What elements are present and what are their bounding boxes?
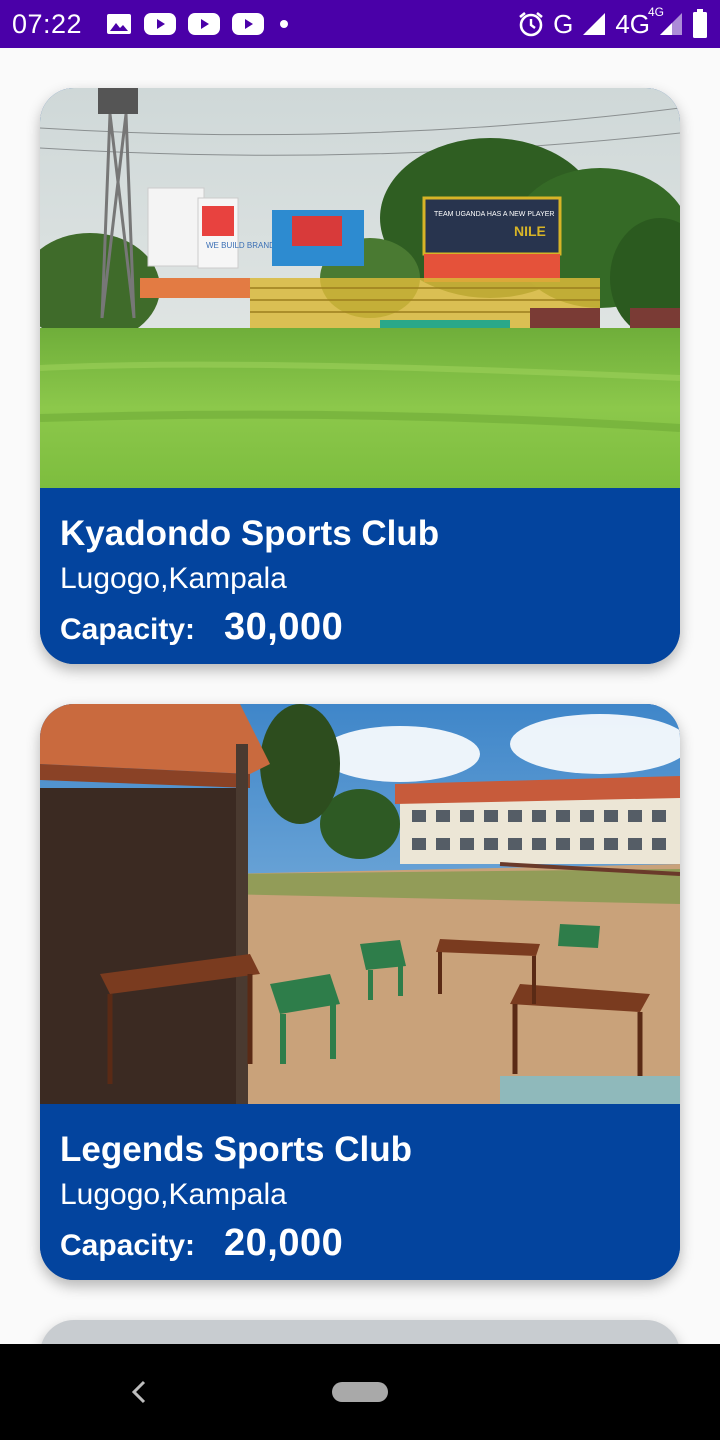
back-icon[interactable] xyxy=(126,1378,154,1406)
youtube-icon xyxy=(144,12,177,36)
notification-icons xyxy=(106,12,292,36)
club-card-next[interactable] xyxy=(40,1320,680,1344)
network-4g-label: 4G 4G xyxy=(615,5,664,40)
status-time: 07:22 xyxy=(12,8,83,39)
club-card-kyadondo[interactable]: WE BUILD BRANDS TEAM UGANDA HAS A NEW PL… xyxy=(40,88,680,664)
system-icons: G 4G 4G xyxy=(517,5,708,40)
billboard-text-3: NILE xyxy=(514,223,546,239)
club-info: Legends Sports Club Lugogo,Kampala Capac… xyxy=(40,1104,680,1280)
club-name: Kyadondo Sports Club xyxy=(60,514,440,553)
dot-icon xyxy=(276,12,292,36)
network-4g-sup: 4G xyxy=(647,4,664,19)
alarm-icon xyxy=(517,10,545,38)
billboard-text-2: TEAM UGANDA HAS A NEW PLAYER xyxy=(434,211,554,218)
billboard-text-1: WE BUILD BRANDS xyxy=(206,241,280,250)
club-name: Legends Sports Club xyxy=(60,1130,412,1169)
club-photo-kyadondo: WE BUILD BRANDS TEAM UGANDA HAS A NEW PL… xyxy=(40,88,680,488)
club-capacity-row: Capacity: 20,000 xyxy=(60,1222,660,1265)
club-photo-legends xyxy=(40,704,680,1104)
club-info: Kyadondo Sports Club Lugogo,Kampala Capa… xyxy=(40,488,680,664)
youtube-icon xyxy=(232,12,265,36)
capacity-value: 20,000 xyxy=(224,1222,344,1264)
battery-icon xyxy=(692,9,708,39)
network-4g-text: 4G xyxy=(615,8,650,39)
capacity-label: Capacity: xyxy=(60,1229,196,1262)
image-icon xyxy=(106,12,132,36)
clubs-list[interactable]: WE BUILD BRANDS TEAM UGANDA HAS A NEW PL… xyxy=(0,48,720,1344)
club-location: Lugogo,Kampala xyxy=(60,1178,287,1211)
network-g-label: G xyxy=(553,8,574,39)
club-card-legends[interactable]: Legends Sports Club Lugogo,Kampala Capac… xyxy=(40,704,680,1280)
status-bar: 07:22 G 4G 4G xyxy=(0,0,720,48)
youtube-icon xyxy=(188,12,221,36)
capacity-value: 30,000 xyxy=(224,606,344,648)
home-pill-icon[interactable] xyxy=(332,1382,388,1402)
club-location: Lugogo,Kampala xyxy=(60,562,287,595)
signal-icon xyxy=(581,11,607,37)
club-capacity-row: Capacity: 30,000 xyxy=(60,606,660,649)
capacity-label: Capacity: xyxy=(60,613,196,646)
